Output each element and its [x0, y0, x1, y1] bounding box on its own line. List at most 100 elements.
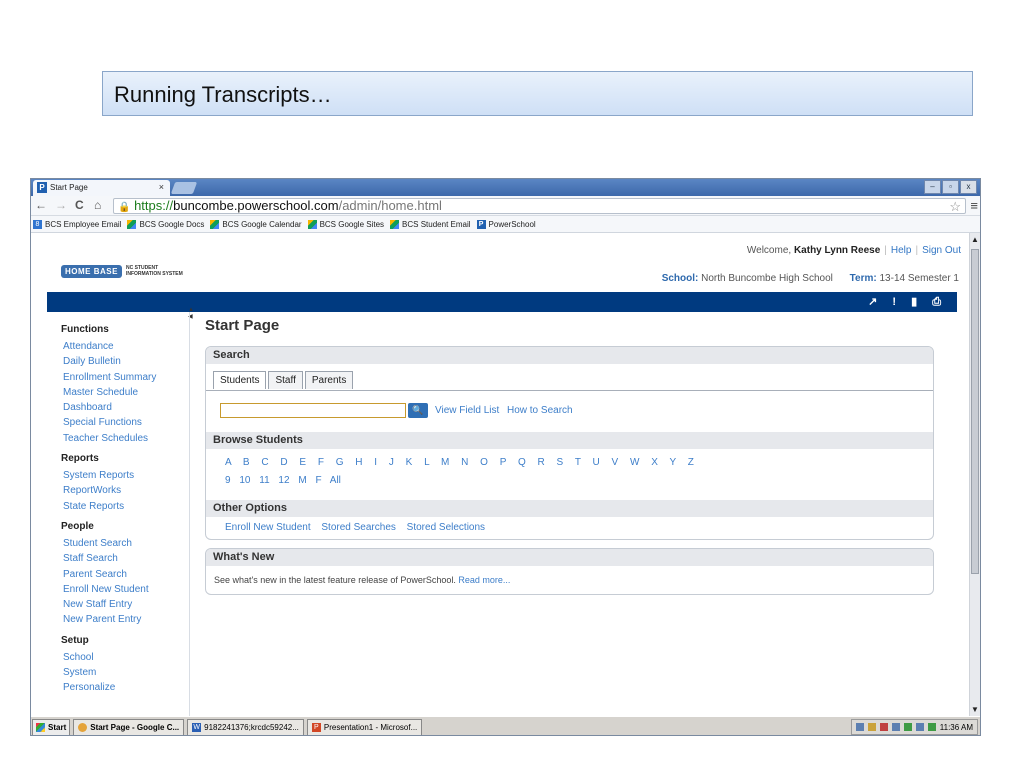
browse-letter-x[interactable]: X: [651, 457, 669, 468]
minimize-button[interactable]: –: [924, 180, 941, 194]
toolbar-icons[interactable]: ↗ ! ▮ ⎙: [868, 295, 947, 309]
home-base-logo[interactable]: HOME BASE NC STUDENT INFORMATION SYSTEM: [61, 263, 201, 279]
clock[interactable]: 11:36 AM: [940, 723, 973, 732]
browse-letter-q[interactable]: Q: [518, 457, 538, 468]
browse-letter-u[interactable]: U: [593, 457, 612, 468]
bookmark-google-calendar[interactable]: BCS Google Calendar: [210, 219, 302, 229]
home-icon[interactable]: ⌂: [94, 198, 101, 212]
browse-letter-t[interactable]: T: [575, 457, 593, 468]
browse-letter-c[interactable]: C: [261, 457, 280, 468]
browse-letter-y[interactable]: Y: [670, 457, 688, 468]
scroll-thumb[interactable]: [971, 249, 979, 574]
nav-new-parent-entry[interactable]: New Parent Entry: [61, 612, 189, 627]
browse-letter-p[interactable]: P: [500, 457, 518, 468]
browse-letter-a[interactable]: A: [225, 457, 243, 468]
taskbar-powerpoint[interactable]: P Presentation1 - Microsof...: [306, 718, 423, 735]
nav-attendance[interactable]: Attendance: [61, 339, 189, 354]
browse-grade-12[interactable]: 12: [278, 475, 298, 486]
browse-grade-10[interactable]: 10: [239, 475, 259, 486]
nav-new-staff-entry[interactable]: New Staff Entry: [61, 597, 189, 612]
browse-letter-i[interactable]: I: [374, 457, 389, 468]
browse-letter-h[interactable]: H: [355, 457, 374, 468]
nav-staff-search[interactable]: Staff Search: [61, 551, 189, 566]
bookmark-star-icon[interactable]: ☆: [949, 200, 961, 214]
term-value[interactable]: 13-14 Semester 1: [880, 273, 960, 284]
browse-letter-v[interactable]: V: [612, 457, 630, 468]
browse-letter-k[interactable]: K: [406, 457, 424, 468]
nav-enrollment-summary[interactable]: Enrollment Summary: [61, 370, 189, 385]
nav-reportworks[interactable]: ReportWorks: [61, 483, 189, 498]
tab-parents[interactable]: Parents: [304, 371, 354, 389]
school-value[interactable]: North Buncombe High School: [701, 273, 833, 284]
nav-master-schedule[interactable]: Master Schedule: [61, 385, 189, 400]
browse-letter-w[interactable]: W: [630, 457, 651, 468]
nav-special-functions[interactable]: Special Functions: [61, 415, 189, 430]
browse-letter-j[interactable]: J: [389, 457, 406, 468]
nav-system-reports[interactable]: System Reports: [61, 468, 189, 483]
bookmark-powerschool[interactable]: P PowerSchool: [476, 219, 536, 229]
nav-dashboard[interactable]: Dashboard: [61, 400, 189, 415]
nav-parent-search[interactable]: Parent Search: [61, 567, 189, 582]
tray-icon[interactable]: [903, 723, 912, 731]
browse-grade-9[interactable]: 9: [225, 475, 239, 486]
nav-daily-bulletin[interactable]: Daily Bulletin: [61, 354, 189, 369]
browse-letter-d[interactable]: D: [280, 457, 299, 468]
browser-tab[interactable]: P Start Page ×: [33, 180, 170, 196]
browse-letter-g[interactable]: G: [336, 457, 356, 468]
url-bar[interactable]: 🔒 https://buncombe.powerschool.com/admin…: [113, 198, 966, 214]
browse-letter-r[interactable]: R: [538, 457, 557, 468]
browse-letter-e[interactable]: E: [299, 457, 317, 468]
how-to-search-link[interactable]: How to Search: [507, 405, 573, 416]
taskbar-chrome[interactable]: Start Page - Google C...: [73, 718, 185, 735]
browse-grade-f[interactable]: F: [315, 475, 329, 486]
help-tray-icon[interactable]: [855, 723, 864, 731]
nav-student-search[interactable]: Student Search: [61, 536, 189, 551]
browse-letter-b[interactable]: B: [243, 457, 261, 468]
browse-letter-o[interactable]: O: [480, 457, 500, 468]
browse-letter-f[interactable]: F: [318, 457, 336, 468]
new-tab-button[interactable]: [170, 182, 198, 194]
stored-selections-link[interactable]: Stored Selections: [407, 522, 485, 533]
tray-icon[interactable]: [879, 723, 888, 731]
back-icon[interactable]: ←: [35, 198, 47, 212]
stored-searches-link[interactable]: Stored Searches: [321, 522, 396, 533]
nav-enroll-new-student[interactable]: Enroll New Student: [61, 582, 189, 597]
help-link[interactable]: Help: [891, 245, 912, 256]
browse-letter-s[interactable]: S: [557, 457, 575, 468]
browse-letter-l[interactable]: L: [424, 457, 441, 468]
nav-state-reports[interactable]: State Reports: [61, 499, 189, 514]
student-search-input[interactable]: [220, 403, 406, 418]
bookmark-google-sites[interactable]: BCS Google Sites: [307, 219, 384, 229]
close-window-button[interactable]: x: [960, 180, 977, 194]
bookmark-employee-email[interactable]: 8 BCS Employee Email: [33, 219, 121, 229]
page-scrollbar[interactable]: ▲ ▼: [969, 233, 980, 716]
read-more-link[interactable]: Read more...: [458, 575, 510, 585]
tray-icon[interactable]: [927, 723, 936, 731]
browse-grade-11[interactable]: 11: [259, 475, 278, 486]
tab-close-icon[interactable]: ×: [159, 182, 164, 192]
bookmark-student-email[interactable]: BCS Student Email: [390, 219, 471, 229]
browse-grade-m[interactable]: M: [298, 475, 315, 486]
network-icon[interactable]: [915, 723, 924, 731]
nav-teacher-schedules[interactable]: Teacher Schedules: [61, 431, 189, 446]
tray-icon[interactable]: [867, 723, 876, 731]
nav-school[interactable]: School: [61, 650, 189, 665]
view-field-list-link[interactable]: View Field List: [435, 405, 499, 416]
reload-icon[interactable]: C: [75, 198, 84, 212]
browse-letter-n[interactable]: N: [461, 457, 480, 468]
scroll-up-icon[interactable]: ▲: [971, 235, 979, 244]
nav-system[interactable]: System: [61, 665, 189, 680]
scroll-down-icon[interactable]: ▼: [971, 705, 979, 714]
bookmark-google-docs[interactable]: BCS Google Docs: [127, 219, 204, 229]
enroll-new-student-link[interactable]: Enroll New Student: [225, 522, 311, 533]
tray-icon[interactable]: [891, 723, 900, 731]
nav-personalize[interactable]: Personalize: [61, 680, 189, 695]
browser-menu-icon[interactable]: ≡: [970, 198, 978, 213]
browse-grade-all[interactable]: All: [330, 475, 341, 486]
sign-out-link[interactable]: Sign Out: [922, 245, 961, 256]
tab-staff[interactable]: Staff: [268, 371, 303, 389]
browse-letter-m[interactable]: M: [441, 457, 461, 468]
tab-students[interactable]: Students: [213, 371, 267, 389]
browse-letter-z[interactable]: Z: [688, 457, 695, 468]
taskbar-word[interactable]: W 9182241376;krcdc59242...: [187, 718, 304, 735]
